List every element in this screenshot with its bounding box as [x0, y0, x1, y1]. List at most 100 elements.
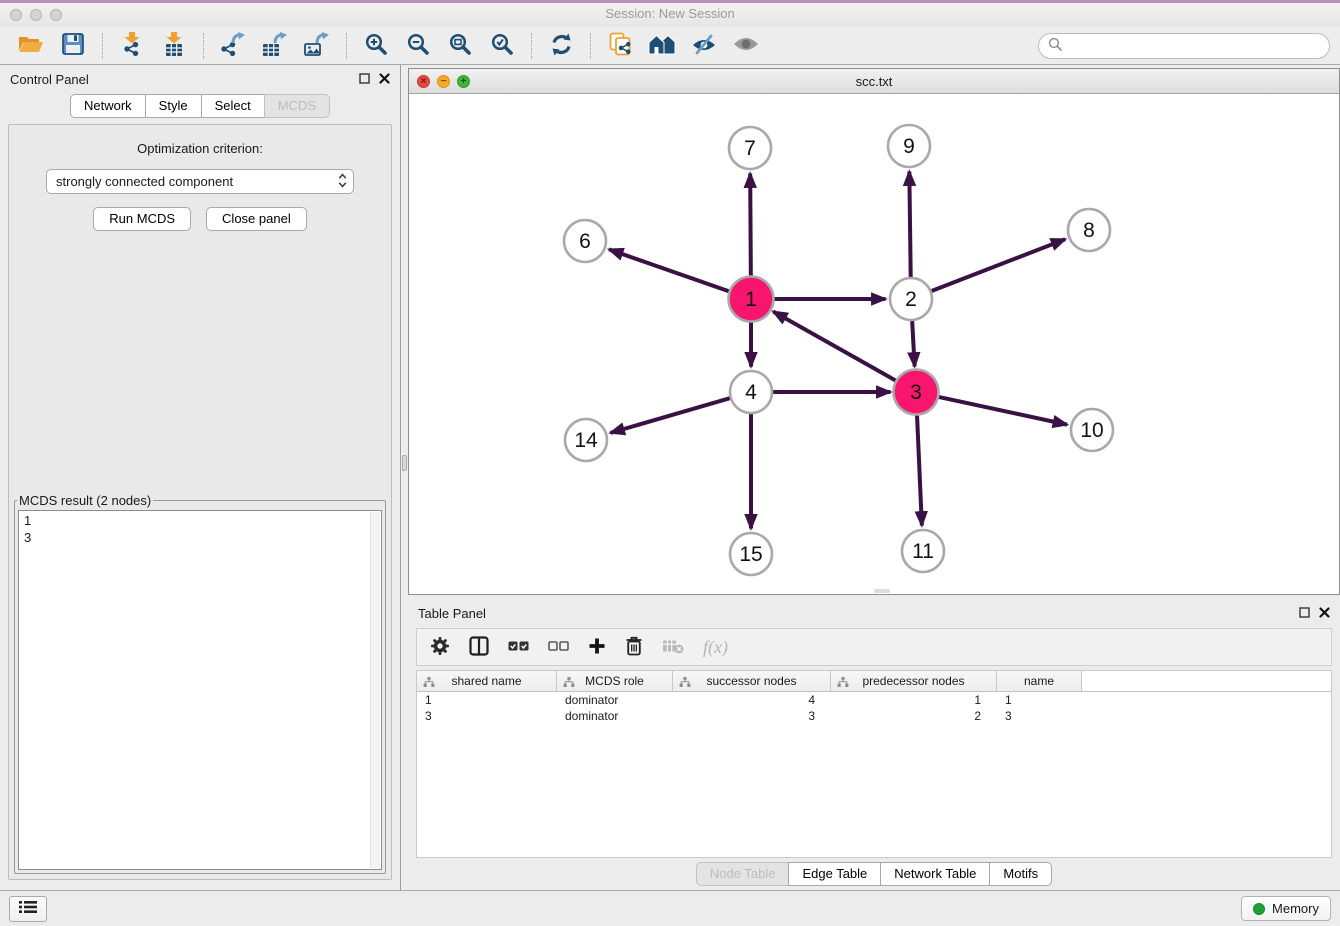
edge-2-3[interactable] [912, 321, 914, 367]
zoom-fit-button[interactable] [439, 30, 481, 62]
column-header-mcds-role[interactable]: MCDS role [557, 671, 673, 691]
node-label-6: 6 [579, 230, 591, 253]
criterion-select[interactable]: strongly connected component [46, 169, 354, 194]
column-header-shared-name[interactable]: shared name [417, 671, 557, 691]
network-maximize-button[interactable]: + [457, 75, 470, 88]
control-panel-header: Control Panel [0, 65, 400, 93]
control-panel-title: Control Panel [10, 72, 89, 87]
edge-3-1[interactable] [773, 312, 897, 382]
delete-table-button [662, 632, 684, 662]
hierarchy-icon [837, 676, 849, 690]
float-panel-icon[interactable] [359, 72, 370, 87]
mcds-result-box[interactable]: 1 3 [18, 510, 382, 870]
task-history-button[interactable] [9, 896, 47, 922]
apply-layout-button[interactable] [540, 30, 582, 62]
search-input[interactable] [1067, 38, 1320, 53]
main-area: Control Panel NetworkStyleSelectMCDS Opt… [0, 65, 1340, 890]
edge-1-7[interactable] [750, 173, 751, 277]
node-label-1: 1 [745, 288, 757, 311]
edge-2-8[interactable] [932, 239, 1066, 291]
clone-network-button[interactable] [599, 30, 641, 62]
tab-select[interactable]: Select [201, 94, 265, 118]
table-row[interactable]: 1dominator411 [417, 692, 1331, 708]
canvas-resize-grip[interactable] [874, 589, 890, 593]
toolbar-separator [203, 33, 204, 59]
network-view-window: × − + scc.txt 1234678910111415 [408, 68, 1340, 595]
column-layout-button[interactable] [469, 632, 489, 662]
add-column-button[interactable] [588, 632, 606, 662]
export-image-button[interactable] [296, 30, 338, 62]
column-header-successor-nodes[interactable]: successor nodes [673, 671, 831, 691]
table-panel: Table Panel f(x) shared nameMCDS rolesuc… [408, 599, 1340, 890]
hierarchy-icon [423, 676, 435, 690]
edge-2-9[interactable] [909, 171, 910, 277]
zoom-selected-button[interactable] [481, 30, 523, 62]
cell-name[interactable]: 3 [997, 708, 1082, 724]
panel-divider[interactable] [400, 65, 408, 890]
save-icon [62, 33, 84, 58]
cell-successor-nodes[interactable]: 4 [673, 692, 831, 708]
memory-button[interactable]: Memory [1241, 896, 1331, 921]
zoom-out-button[interactable] [397, 30, 439, 62]
select-all-columns-button[interactable] [508, 632, 529, 662]
cell-shared-name[interactable]: 1 [417, 692, 557, 708]
cell-predecessor-nodes[interactable]: 1 [831, 692, 997, 708]
tab-motifs[interactable]: Motifs [989, 862, 1052, 886]
cell-mcds-role[interactable]: dominator [557, 708, 673, 724]
divider-grip[interactable] [402, 455, 407, 471]
close-table-panel-icon[interactable] [1319, 606, 1330, 621]
delete-column-button[interactable] [625, 632, 643, 662]
statusbar: Memory [0, 890, 1340, 926]
node-label-3: 3 [910, 381, 922, 404]
save-session-button[interactable] [52, 30, 94, 62]
tab-edge-table[interactable]: Edge Table [788, 862, 881, 886]
table-settings-button[interactable] [430, 632, 450, 662]
table-panel-title: Table Panel [418, 606, 486, 621]
cell-shared-name[interactable]: 3 [417, 708, 557, 724]
zoom-in-button[interactable] [355, 30, 397, 62]
network-canvas[interactable]: 1234678910111415 [409, 94, 1339, 594]
float-table-panel-icon[interactable] [1299, 606, 1310, 621]
edge-1-6[interactable] [609, 249, 730, 291]
table-row[interactable]: 3dominator323 [417, 708, 1331, 724]
result-scrollbar[interactable] [370, 512, 380, 868]
hide-details-button[interactable] [683, 30, 725, 62]
close-panel-button[interactable]: Close panel [206, 207, 307, 231]
open-file-button[interactable] [10, 30, 52, 62]
edge-4-14[interactable] [610, 398, 729, 433]
show-details-button[interactable] [725, 30, 767, 62]
edge-3-11[interactable] [917, 414, 922, 526]
unselect-all-columns-button[interactable] [548, 632, 569, 662]
import-table-button[interactable] [153, 30, 195, 62]
reset-view-button[interactable] [641, 30, 683, 62]
close-panel-icon[interactable] [379, 72, 390, 87]
search-field[interactable] [1038, 33, 1330, 59]
column-label: name [1024, 674, 1054, 688]
cell-name[interactable]: 1 [997, 692, 1082, 708]
export-table-button[interactable] [254, 30, 296, 62]
tab-network[interactable]: Network [70, 94, 146, 118]
column-header-predecessor-nodes[interactable]: predecessor nodes [831, 671, 997, 691]
eye-icon [733, 35, 759, 56]
tab-network-table[interactable]: Network Table [880, 862, 990, 886]
import-network-button[interactable] [111, 30, 153, 62]
node-table: shared nameMCDS rolesuccessor nodesprede… [416, 670, 1332, 858]
column-header-name[interactable]: name [997, 671, 1082, 691]
function-builder-button: f(x) [703, 632, 728, 662]
select-stepper-icon [338, 173, 347, 191]
cell-predecessor-nodes[interactable]: 2 [831, 708, 997, 724]
network-minimize-button[interactable]: − [437, 75, 450, 88]
run-mcds-button[interactable]: Run MCDS [93, 207, 191, 231]
export-network-icon [220, 32, 246, 60]
table-rows: 1dominator4113dominator323 [417, 692, 1331, 724]
node-label-11: 11 [912, 540, 934, 563]
network-close-button[interactable]: × [417, 75, 430, 88]
tab-node-table[interactable]: Node Table [696, 862, 790, 886]
export-network-button[interactable] [212, 30, 254, 62]
edge-3-10[interactable] [938, 397, 1068, 425]
node-label-15: 15 [739, 543, 762, 566]
cell-successor-nodes[interactable]: 3 [673, 708, 831, 724]
tab-mcds[interactable]: MCDS [264, 94, 330, 118]
cell-mcds-role[interactable]: dominator [557, 692, 673, 708]
tab-style[interactable]: Style [145, 94, 202, 118]
